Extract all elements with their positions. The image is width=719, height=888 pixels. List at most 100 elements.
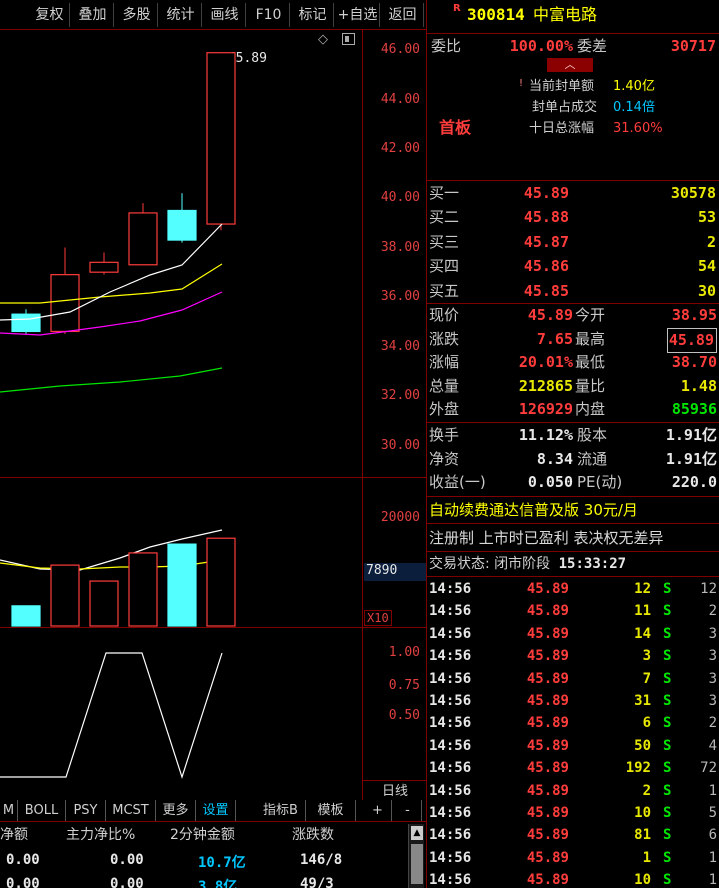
divider — [427, 576, 719, 577]
scroll-thumb[interactable] — [411, 844, 423, 884]
tick-time: 14:56 — [429, 805, 472, 821]
order-diff-value: 30717 — [670, 37, 716, 55]
volume-tick: 20000 — [380, 510, 420, 525]
price-tick: 40.00 — [380, 190, 420, 205]
tick-volume: 192 — [625, 760, 651, 777]
tick-count: 3 — [708, 625, 717, 642]
bid-row[interactable]: 买五 45.85 30 — [427, 279, 719, 303]
order-ratio-row: 委比 100.00% 委差 30717 — [427, 35, 719, 57]
bid-row[interactable]: 买三 45.87 2 — [427, 230, 719, 254]
quote-value: 1.48 — [680, 376, 717, 395]
tab-template[interactable]: 模板 — [306, 800, 356, 821]
bid-row[interactable]: 买一 45.89 30578 — [427, 181, 719, 205]
header-two-min-amount: 2分钟金额 — [170, 827, 235, 843]
tick-volume: 50 — [634, 737, 651, 754]
quote-label: 涨幅 — [429, 353, 460, 372]
tick-volume: 11 — [634, 603, 651, 620]
volume-bar — [50, 564, 80, 627]
limit-info-label: 十日总涨幅 — [529, 121, 595, 136]
toolbar-add-watchlist-button[interactable]: +自选 — [336, 3, 380, 27]
toolbar-overlay-button[interactable]: 叠加 — [72, 3, 114, 27]
bid-row[interactable]: 买二 45.88 53 — [427, 205, 719, 229]
tick-side: S — [663, 693, 672, 709]
subscription-ad-link[interactable]: 自动续费通达信普及版 30元/月 — [427, 498, 719, 522]
toolbar-mark-button[interactable]: 标记 — [292, 3, 334, 27]
tick-row: 14:56 45.89 6 S 2 — [427, 712, 719, 734]
tick-time: 14:56 — [429, 581, 472, 597]
tick-price: 45.89 — [526, 827, 569, 844]
bid-volume: 53 — [697, 208, 716, 227]
bid-volume: 30 — [697, 281, 716, 300]
header-rise-fall-count: 涨跌数 — [292, 827, 334, 843]
limit-info-value: 31.60% — [613, 121, 663, 136]
toolbar-draw-line-button[interactable]: 画线 — [204, 3, 246, 27]
tab-more[interactable]: 更多 — [156, 800, 196, 821]
fundamental-row: 净资 8.34 流通 1.91亿 — [427, 448, 719, 471]
tab-indicator-b[interactable]: 指标B — [256, 800, 306, 821]
header-net-amount: 净额 — [0, 827, 28, 843]
bid-price: 45.87 — [523, 232, 569, 251]
price-axis: 46.00 44.00 42.00 40.00 38.00 36.00 34.0… — [362, 30, 426, 480]
price-tick: 32.00 — [380, 388, 420, 403]
limit-info-label: 当前封单额 — [529, 79, 595, 94]
stock-header: R 300814 中富电路 — [427, 3, 719, 30]
tab-settings[interactable]: 设置 — [196, 800, 236, 821]
tab-indicator-m[interactable]: M — [0, 800, 18, 821]
quote-row: 总量 212865 量比 1.48 — [427, 375, 719, 398]
collapse-chevron-icon[interactable]: ︿ — [547, 58, 593, 72]
tick-price: 45.89 — [526, 805, 569, 821]
tick-time: 14:56 — [429, 849, 472, 866]
zoom-in-button[interactable]: + — [364, 800, 392, 821]
tab-indicator-psy[interactable]: PSY — [66, 800, 106, 821]
bid-volume: 30578 — [670, 184, 716, 202]
tick-row: 14:56 45.89 12 S 12 — [427, 578, 719, 600]
chart-toolbar: 复权 叠加 多股 统计 画线 F10 标记 +自选 返回 — [0, 0, 426, 30]
table-scrollbar[interactable]: ▲ — [408, 824, 424, 888]
zoom-out-button[interactable]: - — [394, 800, 422, 821]
tab-indicator-boll[interactable]: BOLL — [18, 800, 66, 821]
tick-row: 14:56 45.89 7 S 3 — [427, 668, 719, 690]
volume-axis: 20000 7890 X10 — [362, 478, 426, 628]
tick-side: S — [663, 827, 672, 844]
tick-side: S — [663, 603, 672, 620]
tick-volume: 7 — [642, 670, 651, 687]
order-ratio-label: 委比 — [431, 37, 462, 55]
toolbar-multi-stock-button[interactable]: 多股 — [116, 3, 158, 27]
tick-volume: 10 — [634, 872, 651, 888]
limit-info-value: 1.40亿 — [613, 79, 655, 94]
tick-side: S — [663, 737, 672, 754]
tick-side: S — [663, 670, 672, 687]
tick-time: 14:56 — [429, 670, 472, 687]
toolbar-statistics-button[interactable]: 统计 — [160, 3, 202, 27]
quote-value: 85936 — [671, 400, 717, 419]
quote-panel: R 300814 中富电路 委比 100.00% 委差 30717 ︿ 首板 !… — [426, 0, 719, 888]
tick-price: 45.89 — [526, 693, 569, 709]
toolbar-restore-rights-button[interactable]: 复权 — [30, 3, 70, 27]
fundamental-label: PE(动) — [577, 473, 623, 492]
bid-price: 45.89 — [523, 184, 569, 202]
toolbar-f10-button[interactable]: F10 — [248, 3, 290, 27]
fundamental-label: 净资 — [429, 449, 460, 468]
bid-label: 买一 — [429, 184, 460, 202]
tick-volume: 2 — [642, 782, 651, 799]
table-cell: 0.00 — [6, 876, 40, 888]
tick-count: 2 — [708, 603, 717, 620]
fundamental-label: 股本 — [577, 426, 608, 444]
fundamental-row: 收益(一) 0.050 PE(动) 220.0 — [427, 471, 719, 494]
tick-row: 14:56 45.89 3 S 3 — [427, 645, 719, 667]
tick-time: 14:56 — [429, 760, 472, 777]
tick-count: 6 — [708, 827, 717, 844]
indicator-tick: 1.00 — [388, 645, 420, 660]
tick-time: 14:56 — [429, 715, 472, 732]
tick-count: 3 — [708, 693, 717, 709]
toolbar-back-button[interactable]: 返回 — [382, 3, 424, 27]
tick-side: S — [663, 805, 672, 821]
indicator-tabs: M BOLL PSY MCST 更多 设置 指标B 模板 + - — [0, 800, 426, 822]
tick-row: 14:56 45.89 10 S 1 — [427, 869, 719, 888]
period-label[interactable]: 日线 — [382, 780, 408, 799]
tick-volume: 1 — [642, 849, 651, 866]
quote-value: 38.70 — [671, 353, 717, 372]
scroll-up-icon[interactable]: ▲ — [411, 826, 423, 840]
bid-row[interactable]: 买四 45.86 54 — [427, 254, 719, 278]
tab-indicator-mcst[interactable]: MCST — [106, 800, 156, 821]
